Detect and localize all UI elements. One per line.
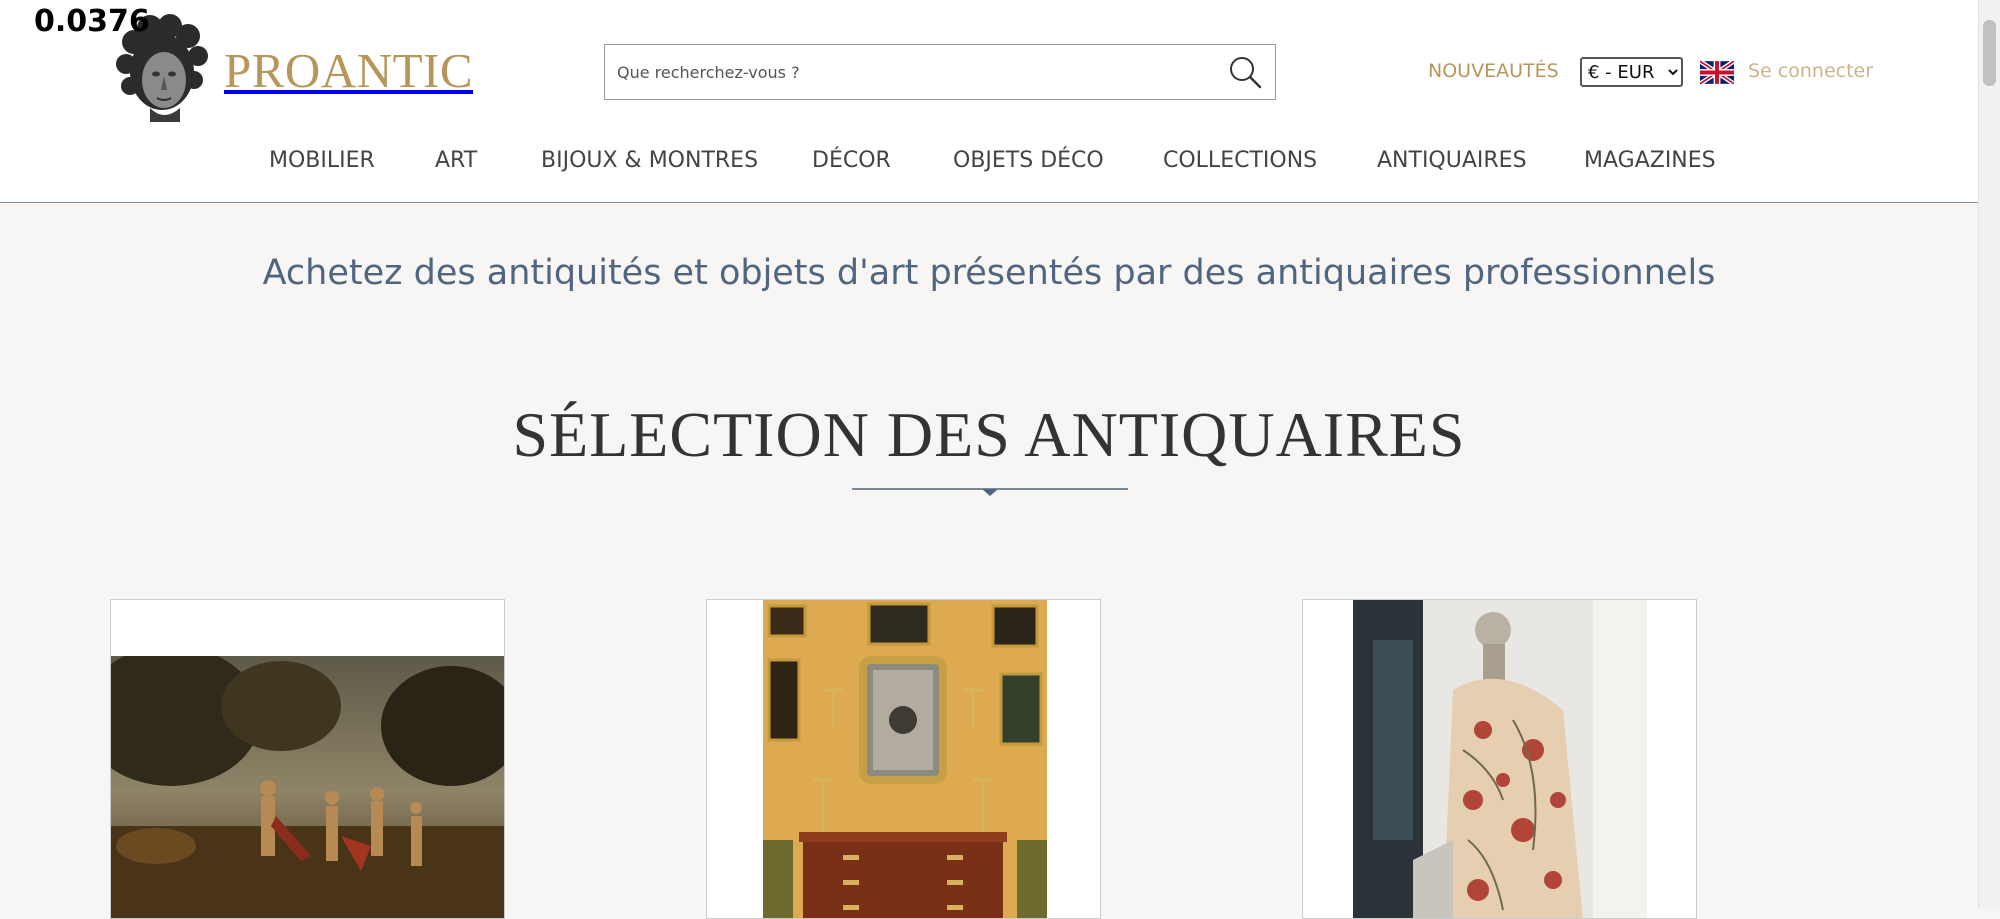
search-input[interactable] — [605, 45, 1215, 99]
login-link[interactable]: Se connecter — [1748, 60, 1873, 82]
scrollbar-thumb[interactable] — [1983, 20, 1996, 86]
main-nav: MOBILIER ART BIJOUX & MONTRES DÉCOR OBJE… — [0, 148, 1978, 182]
debug-value-overlay: 0.0376 — [34, 4, 150, 39]
product-card-2[interactable] — [706, 599, 1101, 919]
interior-image — [763, 600, 1047, 918]
nav-item-decor[interactable]: DÉCOR — [812, 148, 891, 173]
search-icon — [1230, 57, 1262, 89]
nav-item-collections[interactable]: COLLECTIONS — [1163, 148, 1317, 173]
logo-link[interactable]: PROANTIC — [110, 12, 473, 122]
site-header: PROANTIC NOUVEAUTÉS € - EUR Se connecter… — [0, 0, 1978, 203]
nav-item-bijoux-montres[interactable]: BIJOUX & MONTRES — [541, 148, 758, 173]
textile-image — [1353, 600, 1647, 918]
search-button[interactable] — [1215, 45, 1275, 99]
nav-item-objets-deco[interactable]: OBJETS DÉCO — [953, 148, 1104, 173]
product-card-1[interactable] — [110, 599, 505, 919]
page-scrollbar[interactable] — [1978, 0, 2000, 908]
brand-name: PROANTIC — [224, 42, 474, 98]
nav-item-antiquaires[interactable]: ANTIQUAIRES — [1377, 148, 1527, 173]
painting-image — [111, 656, 504, 918]
tagline: Achetez des antiquités et objets d'art p… — [262, 253, 1716, 293]
currency-select[interactable]: € - EUR — [1580, 57, 1683, 87]
search-bar — [604, 44, 1276, 100]
title-divider — [852, 488, 1128, 496]
nav-item-art[interactable]: ART — [435, 148, 477, 173]
product-card-3[interactable] — [1302, 599, 1697, 919]
new-arrivals-link[interactable]: NOUVEAUTÉS — [1428, 60, 1559, 82]
nav-item-mobilier[interactable]: MOBILIER — [269, 148, 375, 173]
section-title: SÉLECTION DES ANTIQUAIRES — [512, 399, 1466, 470]
uk-flag-icon[interactable] — [1700, 60, 1734, 85]
nav-item-magazines[interactable]: MAGAZINES — [1584, 148, 1716, 173]
